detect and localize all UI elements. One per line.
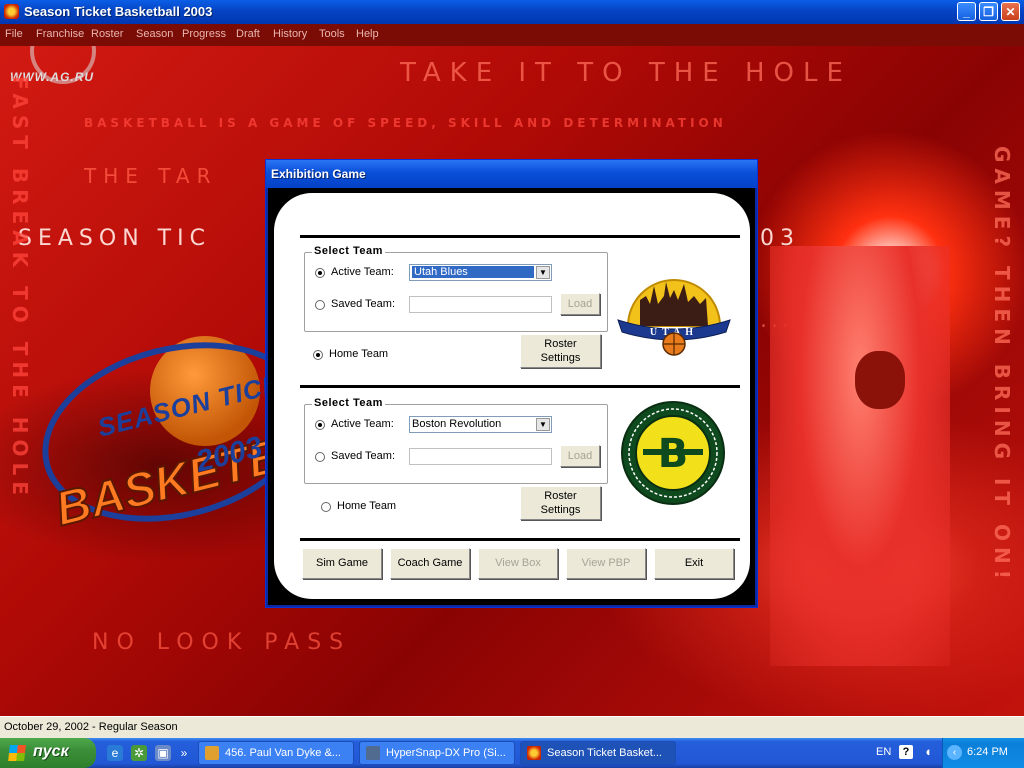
task-label: 456. Paul Van Dyke &... — [225, 747, 341, 759]
team2-saved-label: Saved Team: — [331, 450, 396, 462]
team1-roster-line2: Settings — [540, 352, 581, 364]
view-pbp-button[interactable]: View PBP — [566, 548, 646, 579]
chevron-down-icon[interactable]: ▼ — [536, 266, 550, 279]
task-season-ticket[interactable]: Season Ticket Basket... — [520, 741, 676, 765]
bg-line3: THE TAR — [84, 164, 218, 188]
ie-icon[interactable]: e — [107, 745, 123, 761]
tray-expand-icon[interactable]: ‹ — [947, 745, 962, 760]
team2-home-label: Home Team — [337, 500, 397, 512]
team2-saved-field[interactable] — [409, 448, 552, 465]
quicklaunch-overflow-icon[interactable]: » — [178, 745, 190, 761]
menu-bar: File Franchise Roster Season Progress Dr… — [0, 24, 1024, 46]
start-button[interactable]: пуск — [0, 738, 96, 768]
status-text: October 29, 2002 - Regular Season — [4, 721, 178, 733]
left-vertical-text: FAST BREAK TO THE HOLE — [8, 76, 32, 501]
separator-middle — [300, 385, 740, 388]
team1-active-value: Utah Blues — [412, 266, 534, 278]
menu-help[interactable]: Help — [356, 28, 379, 40]
restore-button[interactable]: ❐ — [979, 2, 998, 21]
team1-select-group: Select Team Active Team: Utah Blues ▼ Sa… — [304, 245, 608, 332]
system-tray: ‹ 6:24 PM — [942, 738, 1024, 768]
menu-draft[interactable]: Draft — [236, 28, 260, 40]
menu-file[interactable]: File — [5, 28, 23, 40]
chevron-down-icon[interactable]: ▼ — [536, 418, 550, 431]
player-app-icon[interactable]: ▣ — [155, 745, 171, 761]
team2-roster-line2: Settings — [540, 504, 581, 516]
window-titlebar[interactable]: Season Ticket Basketball 2003 _ ❐ ✕ — [0, 0, 1024, 24]
task-paul-van-dyke[interactable]: 456. Paul Van Dyke &... — [198, 741, 354, 765]
dialog-title: Exhibition Game — [271, 167, 366, 181]
team2-active-select[interactable]: Boston Revolution ▼ — [409, 416, 552, 433]
minimize-button[interactable]: _ — [957, 2, 976, 21]
team2-saved-radio[interactable] — [315, 452, 325, 462]
dialog-body: Select Team Active Team: Utah Blues ▼ Sa… — [268, 188, 755, 605]
view-box-button[interactable]: View Box — [478, 548, 558, 579]
team1-active-label: Active Team: — [331, 266, 394, 278]
team1-roster-settings-button[interactable]: Roster Settings — [520, 334, 601, 368]
dialog-titlebar[interactable]: Exhibition Game — [266, 160, 757, 188]
window-title: Season Ticket Basketball 2003 — [24, 4, 213, 19]
task-hypersnap[interactable]: HyperSnap-DX Pro (Si... — [359, 741, 515, 765]
dialog-panel: Select Team Active Team: Utah Blues ▼ Sa… — [274, 193, 750, 599]
team2-roster-settings-button[interactable]: Roster Settings — [520, 486, 601, 520]
menu-tools[interactable]: Tools — [319, 28, 345, 40]
settings-icon[interactable]: ✲ — [131, 745, 147, 761]
clock[interactable]: 6:24 PM — [967, 746, 1008, 758]
bg-bottom-text: NO LOOK PASS — [92, 630, 352, 655]
player-head — [855, 351, 905, 409]
start-label: пуск — [33, 743, 69, 760]
task-label: HyperSnap-DX Pro (Si... — [386, 747, 506, 759]
exhibition-game-dialog: Exhibition Game Select Team Active Team:… — [265, 159, 758, 608]
app-task-icon — [527, 746, 541, 760]
team2-active-value: Boston Revolution — [412, 418, 502, 430]
winamp-icon — [205, 746, 219, 760]
team2-roster-line1: Roster — [544, 490, 577, 502]
team2-active-label: Active Team: — [331, 418, 394, 430]
close-button[interactable]: ✕ — [1001, 2, 1020, 21]
task-label: Season Ticket Basket... — [547, 747, 662, 759]
exit-button[interactable]: Exit — [654, 548, 734, 579]
team1-saved-label: Saved Team: — [331, 298, 396, 310]
team1-active-select[interactable]: Utah Blues ▼ — [409, 264, 552, 281]
hypersnap-icon — [366, 746, 380, 760]
windows-flag-icon — [8, 745, 26, 761]
right-vertical-text: GAME? THEN BRING IT ON! — [990, 146, 1014, 585]
sim-game-button[interactable]: Sim Game — [302, 548, 382, 579]
team2-active-radio[interactable] — [315, 420, 325, 430]
tagline-text: BASKETBALL IS A GAME OF SPEED, SKILL AND… — [84, 116, 727, 130]
separator-bottom — [300, 538, 740, 541]
menu-franchise[interactable]: Franchise — [36, 28, 84, 40]
team2-load-button[interactable]: Load — [560, 445, 600, 467]
team1-home-label: Home Team — [329, 348, 389, 360]
utah-blues-logo: UTAH — [617, 279, 731, 356]
coach-game-button[interactable]: Coach Game — [390, 548, 470, 579]
team2-home-radio[interactable] — [321, 502, 331, 512]
bg-season-text: SEASON TIC — [18, 226, 211, 251]
team1-load-button[interactable]: Load — [560, 293, 600, 315]
boston-revolution-logo: B — [621, 401, 725, 505]
system-tray-icon[interactable]: ◖ — [924, 744, 932, 759]
status-bar: October 29, 2002 - Regular Season — [0, 716, 1024, 738]
team1-roster-line1: Roster — [544, 338, 577, 350]
menu-roster[interactable]: Roster — [91, 28, 123, 40]
menu-progress[interactable]: Progress — [182, 28, 226, 40]
menu-season[interactable]: Season — [136, 28, 173, 40]
language-indicator[interactable]: EN — [876, 746, 891, 758]
menu-history[interactable]: History — [273, 28, 307, 40]
team1-active-radio[interactable] — [315, 268, 325, 278]
app-icon[interactable] — [4, 4, 19, 19]
team1-saved-field[interactable] — [409, 296, 552, 313]
player-illustration — [770, 246, 950, 666]
team1-home-radio[interactable] — [313, 350, 323, 360]
team2-group-title: Select Team — [312, 397, 385, 409]
help-icon[interactable]: ? — [899, 745, 913, 759]
taskbar: пуск e ✲ ▣ » 456. Paul Van Dyke &... Hyp… — [0, 738, 1024, 768]
headline-text: TAKE IT TO THE HOLE — [400, 58, 852, 88]
team1-saved-radio[interactable] — [315, 300, 325, 310]
team2-select-group: Select Team Active Team: Boston Revoluti… — [304, 397, 608, 484]
team1-group-title: Select Team — [312, 245, 385, 257]
separator-top — [300, 235, 740, 238]
